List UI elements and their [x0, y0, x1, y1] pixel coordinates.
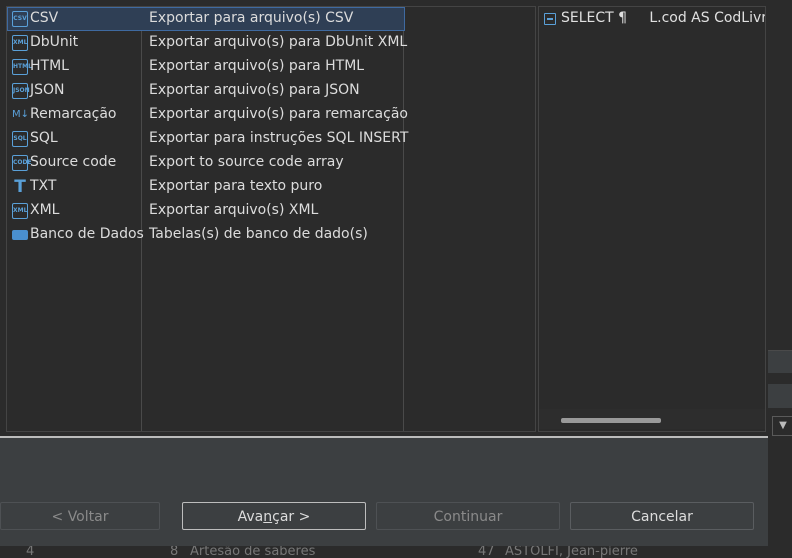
background-header — [768, 384, 792, 408]
scrollbar-thumb[interactable] — [561, 418, 661, 423]
xml-file-icon: XML — [12, 203, 28, 219]
background-panel-right: ▼ — [768, 0, 792, 558]
text-icon: T — [14, 177, 26, 197]
next-label-post: çar > — [272, 509, 311, 525]
format-name: Source code — [30, 154, 117, 170]
database-icon — [12, 230, 28, 240]
csv-file-icon: CSV — [12, 11, 28, 27]
export-dialog: CSV CSV Exportar para arquivo(s) CSV XML DbU… — [0, 0, 768, 546]
format-description: Exportar arquivo(s) XML — [149, 202, 319, 218]
format-description: Tabelas(s) de banco de dado(s) — [149, 226, 368, 242]
format-row-csv[interactable]: CSV CSV Exportar para arquivo(s) CSV — [7, 7, 405, 31]
format-row-json[interactable]: JSON JSON Exportar arquivo(s) para JSON — [7, 79, 405, 103]
format-description: Exportar para texto puro — [149, 178, 323, 194]
format-row-remarca-o[interactable]: M↓ Remarcação Exportar arquivo(s) para rem… — [7, 103, 408, 127]
format-description: Exportar arquivo(s) para DbUnit XML — [149, 34, 408, 50]
next-button[interactable]: Avançar > — [182, 502, 366, 530]
preview-text: SELECT ¶ L.cod AS CodLivro, \ — [561, 10, 765, 26]
row-id: 8 — [170, 544, 179, 558]
format-name: Remarcação — [30, 106, 117, 122]
row-title: Artesão de saberes — [190, 544, 316, 558]
continue-button[interactable]: Continuar — [376, 502, 560, 530]
format-row-xml[interactable]: XML XML Exportar arquivo(s) XML — [7, 199, 405, 223]
format-name: XML — [30, 202, 60, 218]
format-name: CSV — [30, 10, 59, 26]
format-description: Exportar arquivo(s) para remarcação — [149, 106, 408, 122]
format-row-banco-de-dados[interactable]: Banco de Dados Tabelas(s) de banco de dad… — [7, 223, 405, 247]
background-dropdown[interactable]: ▼ — [772, 416, 792, 436]
chevron-down-icon: ▼ — [779, 420, 787, 431]
format-name: HTML — [30, 58, 69, 74]
format-row-txt[interactable]: T TXT Exportar para texto puro — [7, 175, 405, 199]
preview-panel: SELECT ¶ L.cod AS CodLivro, \ — [538, 6, 766, 432]
format-description: Exportar arquivo(s) para JSON — [149, 82, 360, 98]
html-file-icon: HTML — [12, 59, 32, 75]
format-row-source-code[interactable]: CODE Source code Export to source code arr… — [7, 151, 405, 175]
markdown-icon: M↓ — [12, 109, 30, 120]
format-name: SQL — [30, 130, 58, 146]
next-label-pre: Ava — [237, 509, 264, 525]
format-list: CSV CSV Exportar para arquivo(s) CSV XML DbU… — [6, 6, 536, 432]
cancel-button[interactable]: Cancelar — [570, 502, 754, 530]
json-file-icon: JSON — [12, 83, 30, 99]
format-description: Exportar para arquivo(s) CSV — [149, 10, 354, 26]
sql-file-icon: SQL — [12, 131, 28, 147]
format-description: Exportar para instruções SQL INSERT — [149, 130, 409, 146]
format-name: DbUnit — [30, 34, 79, 50]
format-name: JSON — [30, 82, 65, 98]
row-author: ASTOLFI, Jean-pierre — [505, 544, 638, 558]
row-number: 4 — [26, 544, 35, 558]
row-number-2: 47 — [478, 544, 495, 558]
xml-file-icon: XML — [12, 35, 28, 51]
background-toolbar — [768, 350, 792, 373]
next-label-mnemonic: n — [263, 509, 273, 525]
dialog-content: CSV CSV Exportar para arquivo(s) CSV XML DbU… — [0, 0, 768, 438]
back-button-label: < Voltar — [51, 509, 109, 525]
cancel-button-label: Cancelar — [631, 509, 693, 525]
format-name: TXT — [30, 178, 57, 194]
format-row-html[interactable]: HTML HTML Exportar arquivo(s) para HTML — [7, 55, 405, 79]
format-row-dbunit[interactable]: XML DbUnit Exportar arquivo(s) para DbUnit… — [7, 31, 408, 55]
sql-query-icon — [544, 13, 556, 25]
format-description: Export to source code array — [149, 154, 344, 170]
format-name: Banco de Dados — [30, 226, 144, 242]
format-row-sql[interactable]: SQL SQL Exportar para instruções SQL INSER… — [7, 127, 409, 151]
code-file-icon: CODE — [12, 155, 32, 171]
format-description: Exportar arquivo(s) para HTML — [149, 58, 365, 74]
continue-button-label: Continuar — [433, 509, 503, 525]
back-button[interactable]: < Voltar — [0, 502, 160, 530]
